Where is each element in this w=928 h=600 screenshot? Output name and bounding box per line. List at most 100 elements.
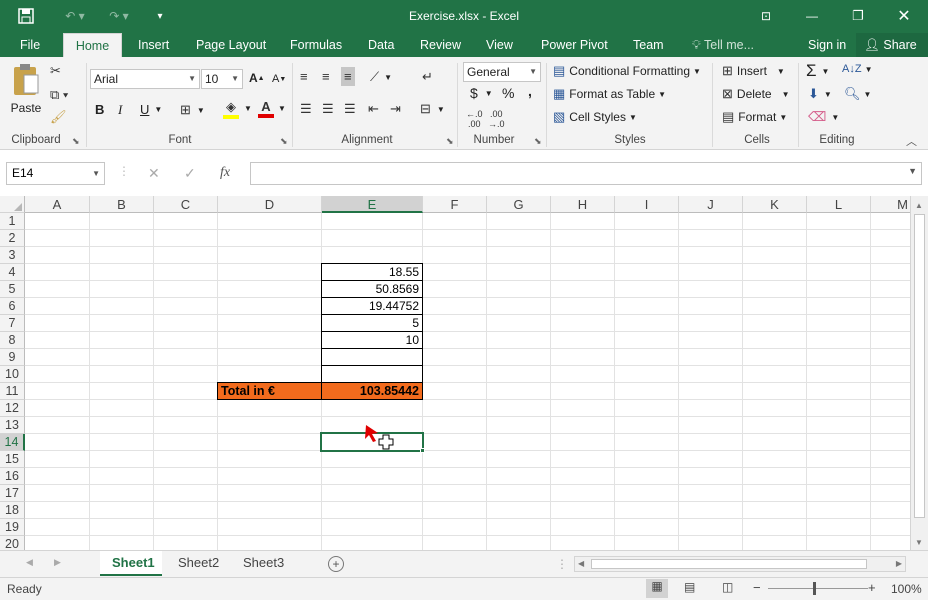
underline-button[interactable]: U ▼ — [140, 102, 162, 117]
sheet-scroll-right-icon[interactable]: ▶ — [54, 557, 61, 568]
number-launcher-icon[interactable]: ⬊ — [534, 136, 542, 147]
increase-decimal-button[interactable]: ←.0.00 — [466, 109, 483, 129]
scroll-right-icon[interactable]: ▶ — [896, 559, 902, 568]
delete-cells-button[interactable]: ⊠ Delete ▼ — [722, 86, 790, 102]
row-header[interactable]: 12 — [0, 400, 25, 417]
tab-team[interactable]: Team — [625, 33, 672, 57]
bold-button[interactable]: B — [95, 102, 104, 117]
cell-e5[interactable]: 50.8569 — [321, 280, 423, 298]
col-header-j[interactable]: J — [679, 196, 743, 213]
col-header-b[interactable]: B — [90, 196, 154, 213]
row-header[interactable]: 17 — [0, 485, 25, 502]
scroll-thumb[interactable] — [914, 214, 925, 518]
zoom-out-icon[interactable]: − — [753, 580, 761, 595]
vertical-scrollbar[interactable]: ▲ ▼ — [910, 196, 928, 550]
number-format-select[interactable]: General ▼ — [463, 62, 541, 82]
clear-button[interactable]: ⌫ ▼ — [808, 109, 839, 125]
row-header[interactable]: 1 — [0, 213, 25, 230]
normal-view-icon[interactable]: ▦ — [646, 579, 668, 598]
row-header[interactable]: 8 — [0, 332, 25, 349]
tab-view[interactable]: View — [478, 33, 521, 57]
align-center-button[interactable]: ☰ — [322, 101, 334, 117]
font-size-select[interactable]: 10 ▼ — [201, 69, 243, 89]
cell-e4[interactable]: 18.55 — [321, 263, 423, 281]
row-header[interactable]: 11 — [0, 383, 25, 400]
col-header-l[interactable]: L — [807, 196, 871, 213]
increase-indent-button[interactable]: ⇥ — [390, 101, 401, 117]
tab-home[interactable]: Home — [63, 33, 122, 57]
decrease-indent-button[interactable]: ⇤ — [368, 101, 379, 117]
conditional-formatting-button[interactable]: ▤ Conditional Formatting ▼ — [553, 63, 701, 79]
row-header[interactable]: 19 — [0, 519, 25, 536]
percent-button[interactable]: % — [502, 85, 514, 101]
tab-split-handle[interactable]: ⋮ — [556, 557, 568, 571]
tab-review[interactable]: Review — [412, 33, 469, 57]
comma-button[interactable]: , — [528, 83, 532, 99]
tab-insert[interactable]: Insert — [130, 33, 177, 57]
zoom-level[interactable]: 100% — [891, 582, 922, 596]
cell-e6[interactable]: 19.44752 — [321, 297, 423, 315]
col-header-f[interactable]: F — [423, 196, 487, 213]
sign-in-link[interactable]: Sign in — [800, 33, 854, 57]
zoom-slider-thumb[interactable] — [813, 582, 816, 595]
sheet-tab-sheet2[interactable]: Sheet2 — [166, 551, 231, 576]
row-header[interactable]: 15 — [0, 451, 25, 468]
col-header-d[interactable]: D — [218, 196, 322, 213]
align-bottom-button[interactable]: ≡ — [341, 67, 355, 86]
close-icon[interactable]: ✕ — [894, 6, 914, 26]
align-left-button[interactable]: ☰ — [300, 101, 312, 117]
row-header[interactable]: 9 — [0, 349, 25, 366]
row-header[interactable]: 16 — [0, 468, 25, 485]
tab-file[interactable]: File — [12, 33, 48, 57]
fill-color-dropdown[interactable]: ▼ — [244, 104, 252, 113]
total-value-cell[interactable]: 103.85442 — [321, 382, 423, 400]
row-header[interactable]: 13 — [0, 417, 25, 434]
row-header[interactable]: 18 — [0, 502, 25, 519]
expand-formula-icon[interactable]: ▼ — [908, 166, 917, 176]
fill-handle[interactable] — [420, 448, 425, 453]
chevron-down-icon[interactable]: ▼ — [92, 163, 100, 184]
page-break-view-icon[interactable]: ◫ — [722, 580, 733, 594]
cell-e7[interactable]: 5 — [321, 314, 423, 332]
cell-e9[interactable] — [321, 348, 423, 366]
col-header-m[interactable]: M — [871, 196, 910, 213]
copy-button[interactable]: ⧉ ▾ — [50, 87, 68, 103]
cell-styles-button[interactable]: ▧ Cell Styles ▼ — [553, 109, 637, 125]
formula-input[interactable]: ▼ — [250, 162, 922, 185]
share-button[interactable]: 👤︎ Share — [856, 33, 928, 57]
total-label-cell[interactable]: Total in € — [217, 382, 322, 400]
find-select-button[interactable]: 🔍︎ ▼ — [844, 86, 871, 102]
font-name-select[interactable]: Arial ▼ — [90, 69, 200, 89]
align-middle-button[interactable]: ≡ — [322, 69, 330, 84]
worksheet-grid[interactable]: A B C D E F G H I J K L M 1 2 3 4 5 6 7 … — [0, 196, 910, 550]
cell-e8[interactable]: 10 — [321, 331, 423, 349]
row-header[interactable]: 4 — [0, 264, 25, 281]
zoom-in-icon[interactable]: + — [868, 580, 876, 595]
restore-icon[interactable]: ❐ — [848, 6, 868, 26]
format-cells-button[interactable]: ▤ Format ▼ — [722, 109, 787, 125]
collapse-ribbon-icon[interactable]: ︿ — [906, 133, 917, 149]
name-box[interactable]: E14 ▼ — [6, 162, 105, 185]
zoom-slider[interactable] — [768, 588, 868, 589]
col-header-h[interactable]: H — [551, 196, 615, 213]
cancel-icon[interactable]: ✕ — [148, 165, 160, 182]
horizontal-scrollbar[interactable]: ◀ ▶ — [574, 556, 906, 572]
col-header-e[interactable]: E — [322, 196, 423, 213]
sheet-scroll-left-icon[interactable]: ◀ — [26, 557, 33, 568]
row-header[interactable]: 5 — [0, 281, 25, 298]
scroll-down-icon[interactable]: ▼ — [915, 538, 923, 547]
fill-button[interactable]: ⬇ ▼ — [808, 86, 832, 102]
format-painter-button[interactable]: 🖌︎ — [50, 109, 67, 125]
formula-bar-menu-icon[interactable]: ⋮ — [118, 164, 130, 178]
row-header[interactable]: 20 — [0, 536, 25, 550]
scroll-up-icon[interactable]: ▲ — [915, 201, 923, 210]
insert-cells-button[interactable]: ⊞ Insert ▼ — [722, 63, 785, 79]
new-sheet-button[interactable]: + — [328, 556, 344, 572]
tab-page-layout[interactable]: Page Layout — [188, 33, 274, 57]
decrease-decimal-button[interactable]: .00 →.0 — [488, 109, 505, 129]
align-top-button[interactable]: ≡ — [300, 69, 308, 84]
cell-e10[interactable] — [321, 365, 423, 383]
page-layout-view-icon[interactable]: ▤ — [684, 580, 695, 594]
italic-button[interactable]: I — [118, 102, 122, 118]
currency-button[interactable]: $ ▼ — [470, 85, 493, 101]
